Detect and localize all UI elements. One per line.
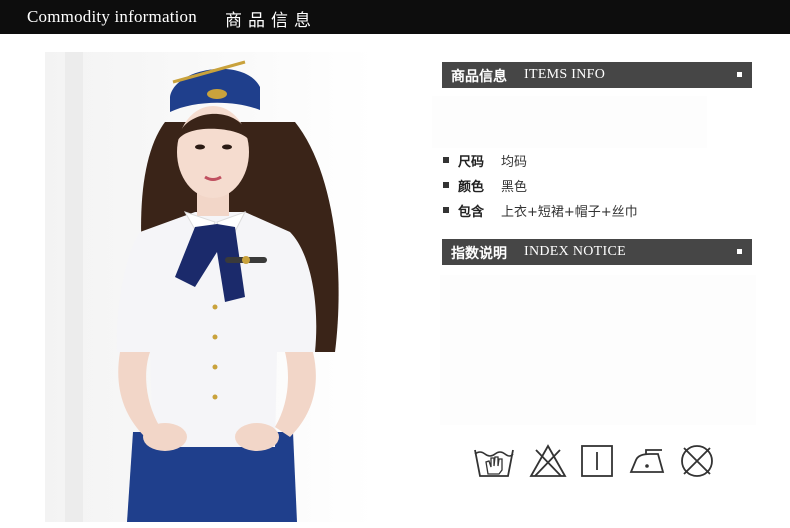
index-notice-panel (440, 275, 756, 425)
product-photo (45, 52, 375, 522)
spec-value: 黑色 (501, 180, 528, 195)
square-bullet-icon (443, 182, 449, 188)
items-info-title-cn: 商品信息 (451, 69, 507, 85)
index-notice-title-en: INDEX NOTICE (524, 244, 626, 259)
line-dry-icon (581, 445, 613, 477)
spec-label: 尺码 (458, 155, 485, 170)
square-bullet-icon (737, 249, 742, 254)
square-bullet-icon (737, 72, 742, 77)
iron-low-icon (629, 449, 665, 473)
header-title-en: Commodity information (27, 7, 197, 26)
spec-list: 尺码 均码 颜色 黑色 包含 上衣+短裙+帽子+丝巾 (443, 151, 763, 226)
items-info-header: 商品信息 ITEMS INFO (442, 62, 752, 88)
no-bleach-icon (529, 444, 567, 477)
top-header-bar: Commodity information 商品信息 (0, 0, 790, 34)
spec-row-size: 尺码 均码 (443, 151, 763, 176)
care-icons (472, 442, 722, 480)
spec-row-color: 颜色 黑色 (443, 176, 763, 201)
spec-label: 包含 (458, 205, 485, 220)
square-bullet-icon (443, 207, 449, 213)
index-notice-title-cn: 指数说明 (451, 246, 507, 262)
square-bullet-icon (443, 157, 449, 163)
items-info-title-en: ITEMS INFO (524, 67, 606, 82)
index-notice-header: 指数说明 INDEX NOTICE (442, 239, 752, 265)
no-dry-clean-icon (681, 445, 713, 477)
hand-wash-icon (474, 449, 514, 477)
spec-row-includes: 包含 上衣+短裙+帽子+丝巾 (443, 201, 763, 226)
spec-value: 均码 (501, 155, 528, 170)
items-info-panel (432, 96, 707, 148)
spec-label: 颜色 (458, 180, 485, 195)
header-title-cn: 商品信息 (225, 11, 317, 31)
spec-value: 上衣+短裙+帽子+丝巾 (501, 205, 638, 220)
